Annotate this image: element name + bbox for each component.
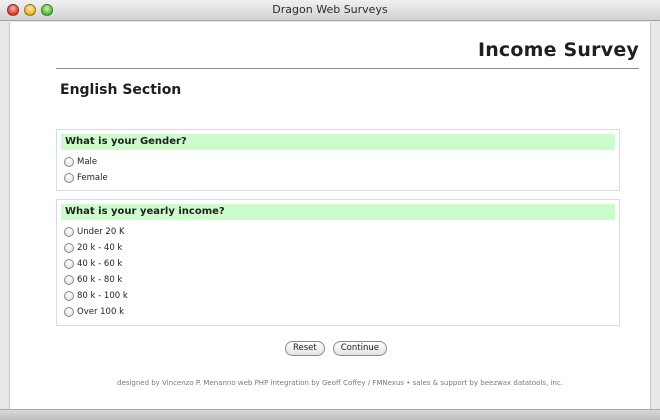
radio-button[interactable] [64, 291, 74, 301]
radio-button[interactable] [64, 259, 74, 269]
header-divider [56, 68, 639, 69]
income-option-40k-60k[interactable]: 40 k - 60 k [57, 256, 619, 272]
option-label: 80 k - 100 k [77, 291, 128, 301]
window-title: Dragon Web Surveys [272, 3, 388, 16]
income-question-prompt: What is your yearly income? [61, 204, 615, 220]
gender-question: What is your Gender? Male Female [56, 129, 620, 191]
income-option-over-100k[interactable]: Over 100 k [57, 304, 619, 320]
survey-page: Income Survey English Section What is yo… [9, 22, 651, 409]
option-label: 40 k - 60 k [77, 259, 123, 269]
continue-button[interactable]: Continue [332, 341, 387, 356]
radio-button[interactable] [64, 307, 74, 317]
income-option-80k-100k[interactable]: 80 k - 100 k [57, 288, 619, 304]
page-title: Income Survey [477, 39, 639, 61]
gender-option-male[interactable]: Male [57, 154, 619, 170]
option-label: Female [77, 173, 108, 183]
gender-question-prompt: What is your Gender? [61, 134, 615, 150]
title-bar: Dragon Web Surveys [0, 0, 660, 21]
section-title: English Section [60, 82, 182, 98]
option-label: Male [77, 157, 98, 167]
reset-button[interactable]: Reset [285, 341, 325, 356]
option-label: Over 100 k [77, 307, 124, 317]
radio-button[interactable] [64, 243, 74, 253]
option-label: Under 20 K [77, 227, 125, 237]
income-option-under-20k[interactable]: Under 20 K [57, 224, 619, 240]
option-label: 20 k - 40 k [77, 243, 123, 253]
radio-button[interactable] [64, 275, 74, 285]
footer-credits: designed by Vincenzo P. Menanno web PHP … [117, 379, 563, 387]
income-option-20k-40k[interactable]: 20 k - 40 k [57, 240, 619, 256]
radio-button[interactable] [64, 173, 74, 183]
window-bottom-bar [0, 409, 660, 420]
option-label: 60 k - 80 k [77, 275, 123, 285]
radio-button[interactable] [64, 157, 74, 167]
income-option-60k-80k[interactable]: 60 k - 80 k [57, 272, 619, 288]
radio-button[interactable] [64, 227, 74, 237]
form-buttons: Reset Continue [10, 341, 652, 356]
income-question: What is your yearly income? Under 20 K 2… [56, 199, 620, 326]
gender-option-female[interactable]: Female [57, 170, 619, 186]
browser-window: Dragon Web Surveys Income Survey English… [0, 0, 660, 420]
